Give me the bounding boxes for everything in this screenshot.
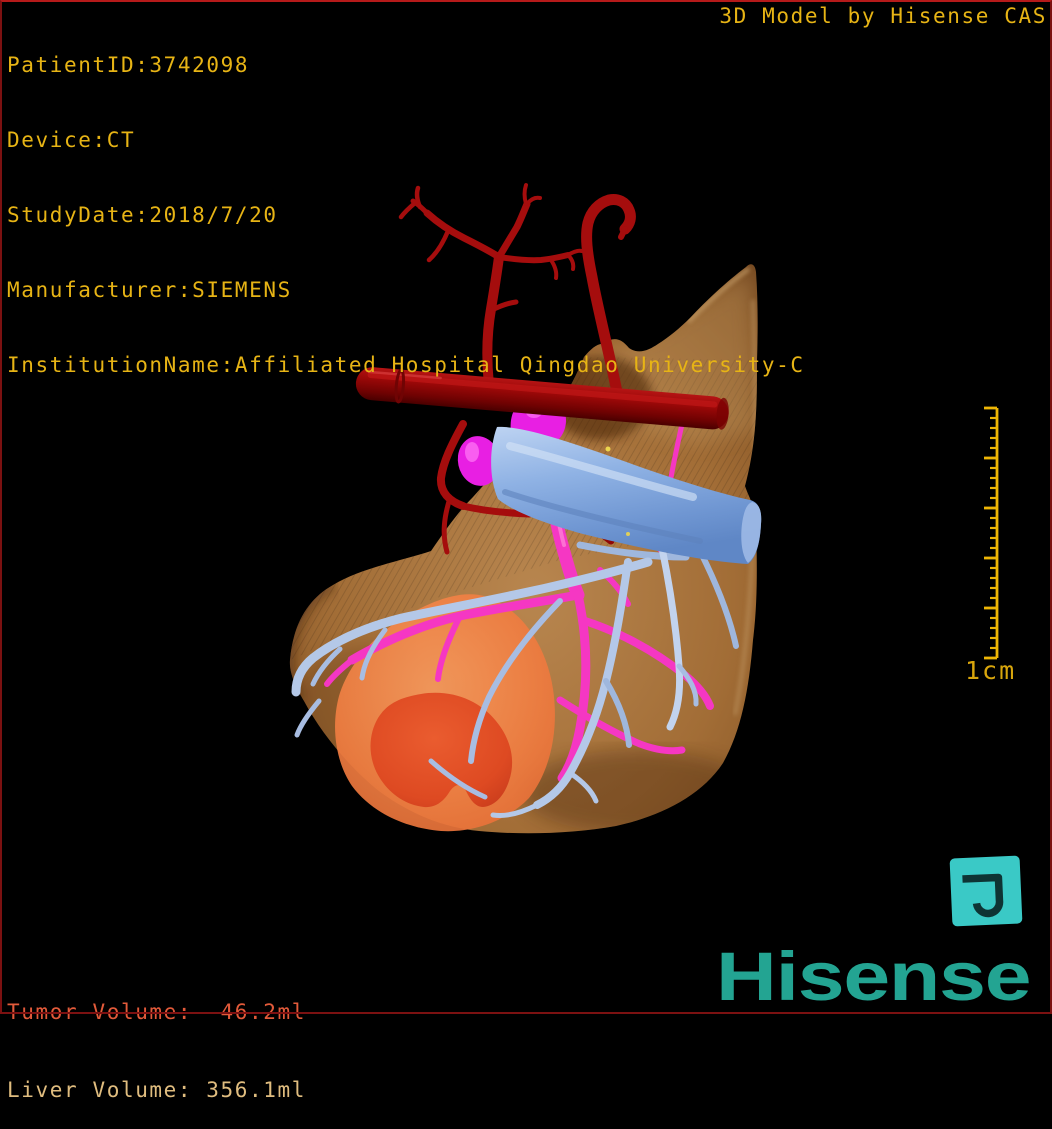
manufacturer-line: Manufacturer:SIEMENS — [7, 278, 292, 302]
app-icon-p-glyph — [962, 873, 1004, 918]
liver-volume-label: Liver Volume: — [7, 1078, 193, 1102]
study-date-line: StudyDate:2018/7/20 — [7, 203, 278, 227]
patient-info-block: PatientID:3742098 Device:CT StudyDate:20… — [7, 3, 805, 403]
tumor-volume-label: Tumor Volume: — [7, 1000, 193, 1024]
clip-marker — [605, 446, 611, 452]
institution-line: InstitutionName:Affiliated Hospital Qing… — [7, 353, 805, 377]
tumor-volume-row: Tumor Volume: 46.2ml — [7, 999, 306, 1025]
model-title: 3D Model by Hisense CAS — [719, 4, 1047, 28]
device-line: Device:CT — [7, 128, 136, 152]
hisense-logo: Hisense — [716, 938, 1032, 1015]
volume-readouts: Tumor Volume: 46.2ml Liver Volume: 356.1ml — [7, 947, 306, 1129]
scale-ruler — [984, 406, 999, 660]
tumor-volume-value: 46.2ml — [220, 1000, 306, 1024]
patient-id-line: PatientID:3742098 — [7, 53, 250, 77]
scale-label: 1cm — [965, 656, 1017, 685]
app-icon[interactable] — [949, 855, 1023, 927]
clip-marker — [626, 532, 630, 536]
liver-volume-value: 356.1ml — [206, 1078, 306, 1102]
liver-volume-row: Liver Volume: 356.1ml — [7, 1077, 306, 1103]
